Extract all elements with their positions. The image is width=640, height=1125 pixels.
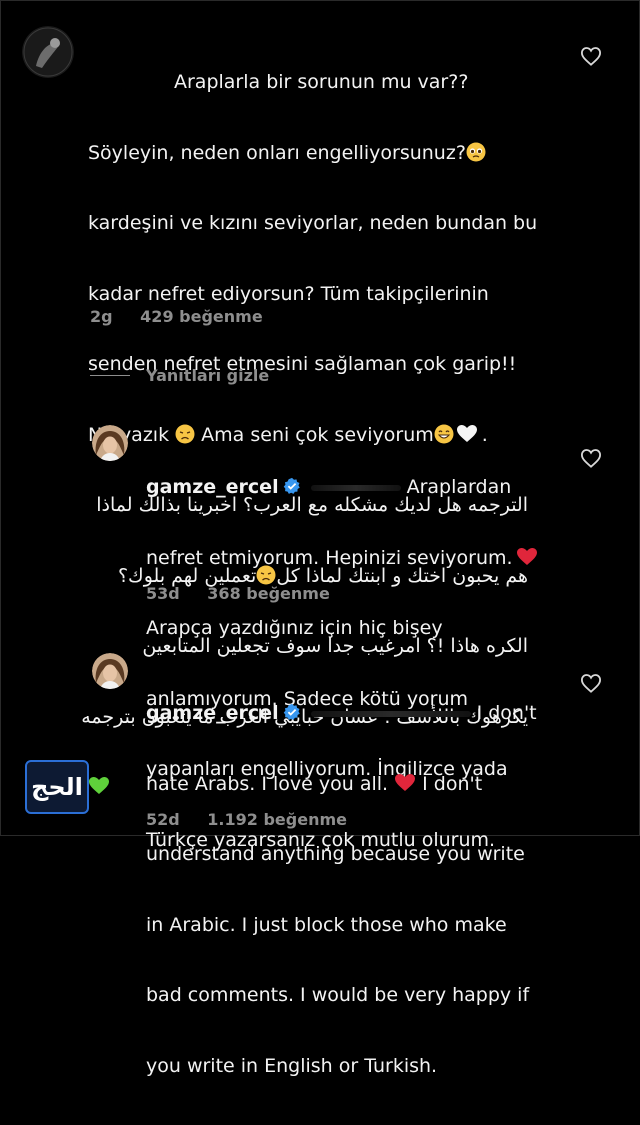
comment-1-meta: 2g 429 beğenme (90, 307, 263, 326)
username[interactable]: gamze_ercel (146, 702, 279, 724)
red-heart-icon (395, 773, 416, 791)
likes-count[interactable]: 429 beğenme (140, 307, 263, 326)
reply-line: hate Arabs. I love you all. I don't (146, 772, 483, 795)
reply-line: bad comments. I would be very happy if (146, 984, 530, 1006)
reply-line: in Arabic. I just block those who make (146, 913, 507, 936)
like-heart-icon[interactable] (580, 46, 602, 66)
reply-line: Arapça yazdığınız için hiç bişey (146, 617, 443, 639)
pleading-face-icon (466, 142, 486, 161)
likes-count[interactable]: 368 beğenme (207, 584, 330, 603)
comment-line: kadar nefret ediyorsun? Tüm takipçilerin… (88, 282, 489, 305)
commenter-avatar[interactable] (22, 26, 74, 78)
username[interactable]: gamze_ercel (146, 476, 279, 498)
reply-line: nefret etmiyorum. Hepinizi seviyorum. (146, 547, 546, 571)
verified-badge-icon (283, 477, 300, 494)
reply-avatar[interactable] (92, 425, 128, 461)
reply-avatar[interactable] (92, 653, 128, 689)
reply-line: you write in English or Turkish. (146, 1054, 438, 1077)
reply-1-meta: 53d 368 beğenme (146, 584, 330, 603)
comment-line: Söyleyin, neden onları engelliyorsunuz? (88, 142, 528, 166)
reply-2-meta: 52d 1.192 beğenme (146, 810, 347, 829)
like-heart-icon[interactable] (580, 673, 602, 693)
comment-line: Araplarla bir sorunun mu var?? (174, 71, 469, 93)
comment-line: kardeşini ve kızını seviyorlar, neden bu… (88, 212, 538, 234)
site-logo-text: الحج (31, 773, 83, 801)
red-heart-icon (516, 547, 537, 565)
likes-count[interactable]: 1.192 beğenme (207, 810, 347, 829)
hide-replies-toggle[interactable]: Yanıtları gizle (90, 366, 269, 385)
reply-time: 52d (146, 810, 180, 829)
reply-line: understand anything because you write (146, 843, 525, 865)
comment-time: 2g (90, 307, 113, 326)
reply-time: 53d (146, 584, 180, 603)
like-heart-icon[interactable] (580, 448, 602, 468)
divider-line (90, 375, 130, 376)
blurred-mention (310, 484, 401, 491)
blurred-mention (310, 710, 471, 717)
verified-badge-icon (283, 703, 300, 720)
reply-header-line: gamze_ercel Araplardan (146, 476, 512, 498)
reply-2-text: gamze_ercel I don't hate Arabs. I love yo… (146, 655, 556, 1125)
hide-replies-label: Yanıtları gizle (146, 366, 270, 385)
green-heart-icon (89, 777, 109, 794)
site-logo: الحج (25, 760, 89, 814)
reply-header-line: gamze_ercel I don't (146, 702, 537, 724)
